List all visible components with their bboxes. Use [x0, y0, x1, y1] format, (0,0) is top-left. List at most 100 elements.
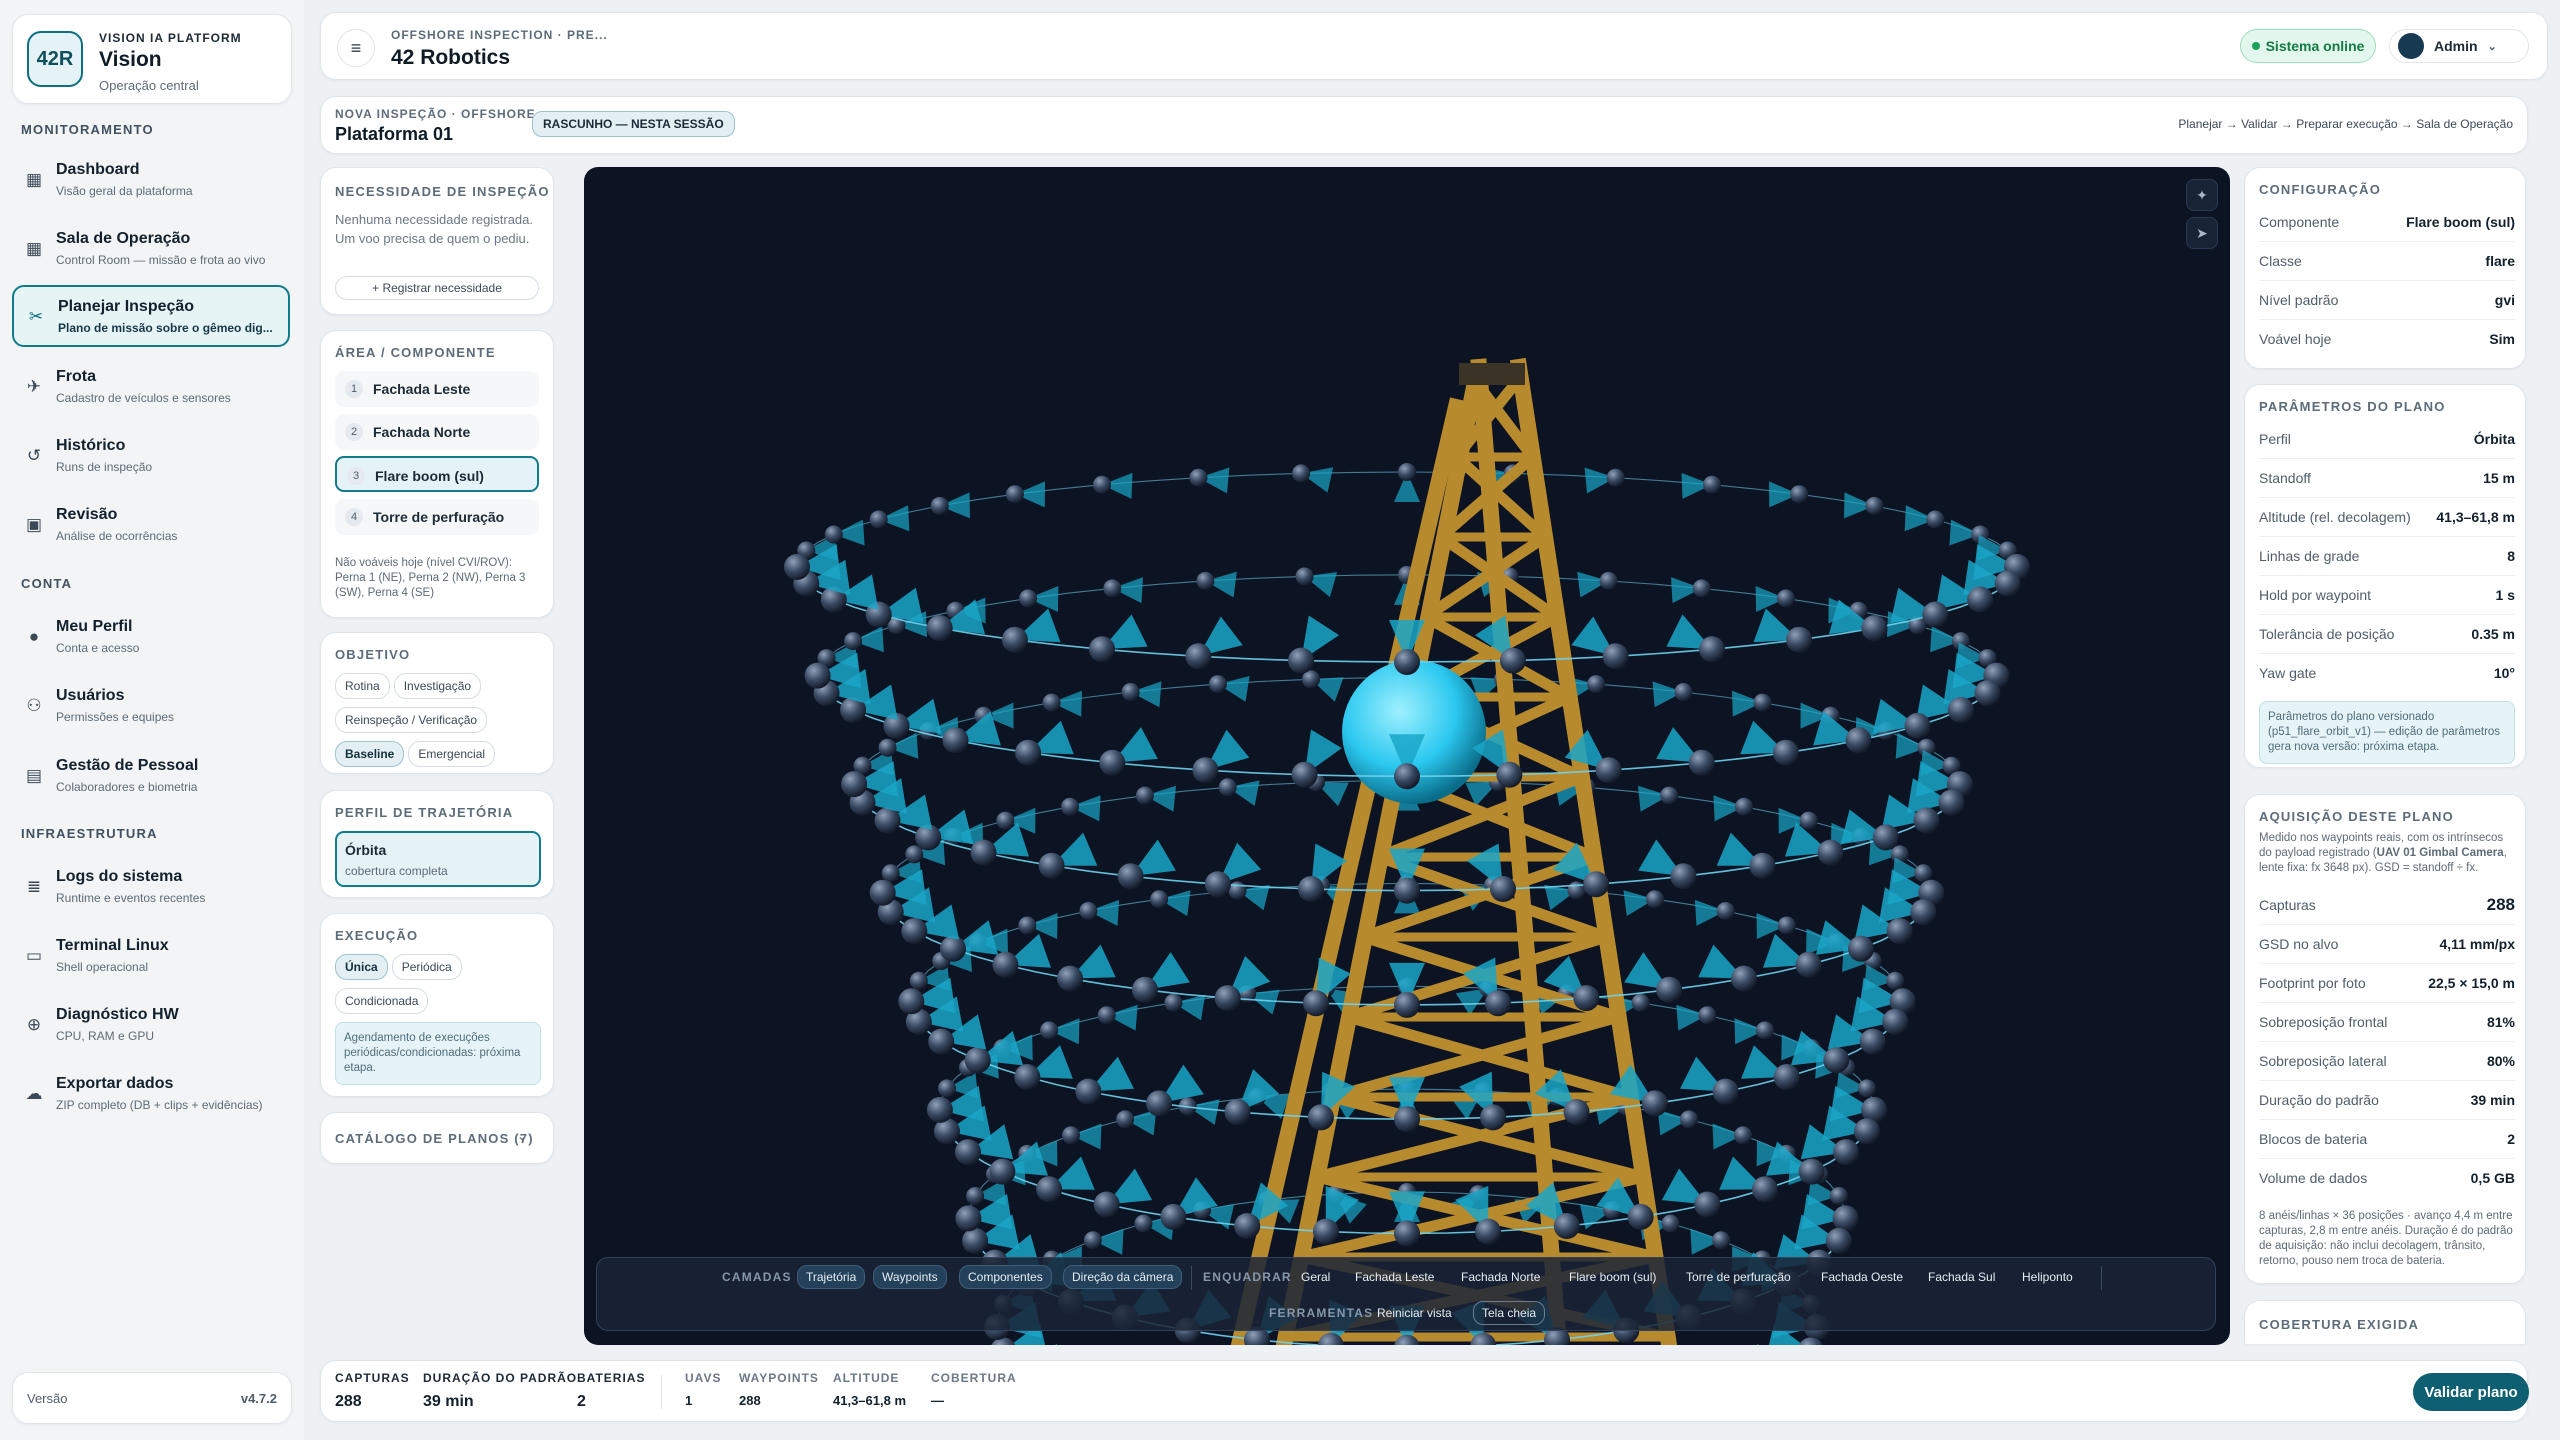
waypoint	[1288, 647, 1315, 674]
waypoint	[1394, 1106, 1420, 1133]
waypoint	[1312, 1218, 1339, 1245]
register-need-button[interactable]: + Registrar necessidade	[335, 276, 539, 300]
waypoint	[1303, 990, 1329, 1017]
log-icon: ≣	[26, 877, 42, 896]
sidebar-item-planejar-inspecao[interactable]: ✂ Planejar Inspeção Plano de missão sobr…	[12, 285, 290, 347]
area-item[interactable]: 4 Torre de perfuração	[335, 499, 539, 535]
area-item-selected[interactable]: 3 Flare boom (sul)	[335, 456, 539, 492]
waypoint	[878, 738, 897, 757]
waypoint	[905, 845, 924, 864]
frame-torre[interactable]: Torre de perfuração	[1686, 1270, 1791, 1284]
stat-label: BATERIAS	[577, 1371, 646, 1385]
objective-option[interactable]: Reinspeção / Verificação	[335, 707, 488, 733]
brand-card[interactable]: 42R VISION IA PLATFORM Vision Operação c…	[12, 14, 292, 104]
row-key: Perfil	[2259, 431, 2291, 447]
sidebar-item-frota[interactable]: ✈ Frota Cadastro de veículos e sensores	[12, 357, 290, 419]
waypoint	[955, 1205, 982, 1232]
plan-title: Plataforma 01	[335, 124, 454, 144]
objective-option[interactable]: Emergencial	[408, 741, 496, 767]
digital-twin-viewer[interactable]: ✦ ➤ CAMADAS Trajetória Waypoints Compone…	[584, 167, 2230, 1345]
frame-fachada-norte[interactable]: Fachada Norte	[1461, 1270, 1540, 1284]
sidebar-item-usuarios[interactable]: ⚇ Usuários Permissões e equipes	[12, 676, 290, 738]
navigate-icon[interactable]: ➤	[2186, 217, 2218, 249]
stat-value: 288	[335, 1393, 362, 1410]
waypoint	[955, 1139, 981, 1166]
waypoint	[930, 496, 949, 515]
execution-option[interactable]: Condicionada	[335, 988, 429, 1014]
objective-option[interactable]: Rotina	[335, 673, 390, 699]
viewer-scene[interactable]	[584, 167, 2230, 1345]
row-value: 0.35 m	[2471, 626, 2515, 642]
sidebar-item-historico[interactable]: ↺ Histórico Runs de inspeção	[12, 426, 290, 488]
waypoint	[1825, 1227, 1852, 1254]
sidebar-item-sub: Visão geral da plataforma	[56, 184, 193, 198]
acq-row: Footprint por foto 22,5 × 15,0 m	[2259, 965, 2515, 1003]
summary-stat: ALTITUDE 41,3–61,8 m	[833, 1371, 906, 1408]
frame-heliponto[interactable]: Heliponto	[2022, 1270, 2073, 1284]
layer-toggle-waypoints[interactable]: Waypoints	[873, 1265, 947, 1289]
objective-option[interactable]: Investigação	[393, 673, 482, 699]
waypoint	[1938, 789, 1965, 816]
waypoint	[989, 1158, 1016, 1185]
objective-option-selected[interactable]: Baseline	[335, 741, 405, 767]
sidebar-item-revisao[interactable]: ▣ Revisão Análise de ocorrências	[12, 495, 290, 557]
validate-plan-button[interactable]: Validar plano	[2413, 1373, 2529, 1411]
execution-option[interactable]: Periódica	[391, 954, 462, 980]
row-key: Hold por waypoint	[2259, 587, 2372, 603]
waypoint	[1394, 649, 1420, 675]
waypoint	[1798, 1158, 1825, 1185]
catalog-toggle[interactable]: CATÁLOGO DE PLANOS (7) ⌄	[320, 1112, 554, 1164]
waypoint	[1910, 899, 1937, 926]
row-value: 10°	[2493, 665, 2515, 681]
area-item[interactable]: 1 Fachada Leste	[335, 371, 539, 407]
sidebar-item-logs-do-sistema[interactable]: ≣ Logs do sistema Runtime e eventos rece…	[12, 857, 290, 919]
waypoint	[1858, 1079, 1876, 1098]
sidebar-item-dashboard[interactable]: ▦ Dashboard Visão geral da plataforma	[12, 150, 290, 212]
area-label: Fachada Norte	[373, 424, 471, 440]
user-menu[interactable]: Admin ⌄	[2389, 29, 2529, 63]
menu-toggle-icon[interactable]: ≡	[337, 29, 375, 67]
trajectory-title: PERFIL DE TRAJETÓRIA	[335, 805, 514, 820]
area-item[interactable]: 2 Fachada Norte	[335, 414, 539, 450]
frame-fachada-leste[interactable]: Fachada Leste	[1355, 1270, 1434, 1284]
waypoint	[1553, 1213, 1580, 1239]
stat-value: 288	[739, 1393, 761, 1408]
fullscreen-button[interactable]: Tela cheia	[1473, 1301, 1546, 1325]
waypoint	[1786, 626, 1813, 653]
sidebar-item-diagnostico-hw[interactable]: ⊕ Diagnóstico HW CPU, RAM e GPU	[12, 995, 290, 1057]
waypoint	[869, 510, 888, 529]
layer-toggle-componentes[interactable]: Componentes	[959, 1265, 1052, 1289]
row-value: 8	[2507, 548, 2515, 564]
params-row: Hold por waypoint 1 s	[2259, 577, 2515, 615]
frame-fachada-oeste[interactable]: Fachada Oeste	[1821, 1270, 1903, 1284]
sidebar-item-gestao-de-pessoal[interactable]: ▤ Gestão de Pessoal Colaboradores e biom…	[12, 746, 290, 808]
waypoint	[966, 1187, 985, 1205]
frame-flare-boom[interactable]: Flare boom (sul)	[1569, 1270, 1656, 1284]
waypoint	[1749, 852, 1776, 879]
execution-option-selected[interactable]: Única	[335, 954, 388, 980]
config-row: Nível padrão gvi	[2259, 282, 2515, 320]
compass-icon[interactable]: ✦	[2186, 179, 2218, 211]
sidebar-item-terminal-linux[interactable]: ▭ Terminal Linux Shell operacional	[12, 926, 290, 988]
sidebar-item-sala-de-operacao[interactable]: ▦ Sala de Operação Control Room — missão…	[12, 219, 290, 281]
trajectory-option-selected[interactable]: Órbita cobertura completa	[335, 831, 541, 887]
plane-icon: ✈	[26, 377, 42, 396]
row-key: Voável hoje	[2259, 331, 2332, 347]
row-key: Duração do padrão	[2259, 1092, 2379, 1108]
tools-icon: ✂	[28, 307, 44, 326]
waypoint	[1057, 965, 1083, 992]
reset-view-button[interactable]: Reiniciar vista	[1377, 1306, 1452, 1320]
layer-toggle-direcao-camera[interactable]: Direção da câmera	[1063, 1265, 1183, 1289]
config-row: Classe flare	[2259, 243, 2515, 281]
summary-stat: UAVS 1	[685, 1371, 721, 1408]
row-value: 39 min	[2470, 1092, 2515, 1108]
grid-icon: ▦	[25, 170, 43, 189]
workflow-steps: Planejar → Validar → Preparar execução →…	[2178, 117, 2513, 131]
history-icon: ↺	[26, 446, 42, 465]
sidebar-item-exportar-dados[interactable]: ☁ Exportar dados ZIP completo (DB + clip…	[12, 1064, 290, 1126]
frame-geral[interactable]: Geral	[1301, 1270, 1330, 1284]
layer-toggle-trajetoria[interactable]: Trajetória	[797, 1265, 866, 1289]
sidebar-item-meu-perfil[interactable]: ● Meu Perfil Conta e acesso	[12, 607, 290, 669]
frame-fachada-sul[interactable]: Fachada Sul	[1928, 1270, 1995, 1284]
waypoint	[1922, 601, 1949, 628]
